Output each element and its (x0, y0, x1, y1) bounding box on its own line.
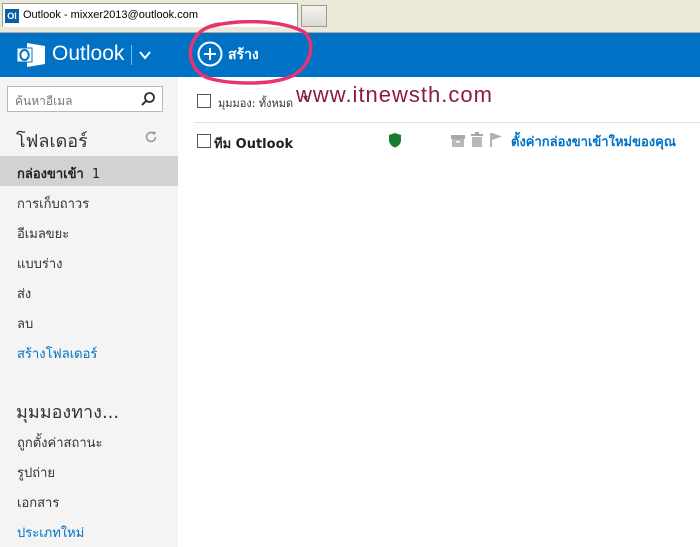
folder-item-inbox[interactable]: กล่องขาเข้า 1 (0, 156, 178, 186)
folder-label: กล่องขาเข้า (17, 167, 84, 182)
header-divider (131, 45, 132, 65)
folder-label: อีเมลขยะ (17, 227, 70, 242)
views-heading[interactable]: มุมมองทาง... (16, 397, 119, 426)
folder-label: ส่ง (17, 287, 32, 302)
browser-tab[interactable]: Ol Outlook - mixxer2013@outlook.com (2, 3, 298, 27)
chevron-down-icon[interactable] (138, 48, 152, 62)
folder-item-deleted[interactable]: ลบ (0, 306, 178, 336)
new-message-label: สร้าง (228, 47, 259, 63)
message-checkbox[interactable] (197, 134, 211, 148)
folder-item-archive[interactable]: การเก็บถาวร (0, 186, 178, 216)
list-divider (194, 122, 700, 123)
view-label: ถูกตั้งค่าสถานะ (17, 436, 103, 451)
folder-label: แบบร่าง (17, 257, 63, 272)
outlook-favicon-icon: Ol (5, 9, 19, 23)
new-tab-button[interactable] (301, 5, 327, 27)
view-label: รูปถ่าย (17, 466, 56, 481)
folder-label: การเก็บถาวร (17, 197, 90, 212)
view-item-documents[interactable]: เอกสาร (0, 485, 178, 515)
select-all-checkbox[interactable] (197, 94, 211, 108)
browser-tab-title: Outlook - mixxer2013@outlook.com (23, 9, 199, 21)
folder-label: ลบ (17, 317, 34, 332)
delete-icon[interactable] (471, 132, 483, 147)
flag-icon[interactable] (490, 133, 502, 147)
app-header: Outlook สร้าง (0, 33, 700, 77)
folder-item-junk[interactable]: อีเมลขยะ (0, 216, 178, 246)
message-subject[interactable]: ตั้งค่ากล่องขาเข้าใหม่ของคุณ (511, 131, 676, 152)
message-actions (451, 132, 502, 147)
watermark-text: www.itnewsth.com (296, 82, 493, 107)
folders-heading[interactable]: โฟลเดอร์ (16, 126, 88, 155)
new-category-label: ประเภทใหม่ (17, 526, 85, 541)
new-folder-label: สร้างโฟลเดอร์ (17, 347, 98, 362)
app-name[interactable]: Outlook (52, 42, 124, 66)
search-box[interactable]: ค้นหาอีเมล (7, 86, 163, 112)
new-folder-link[interactable]: สร้างโฟลเดอร์ (0, 336, 178, 366)
refresh-icon[interactable] (144, 130, 158, 144)
search-icon[interactable] (140, 91, 156, 107)
shield-icon (389, 133, 401, 148)
unread-count: 1 (91, 167, 101, 182)
view-filter[interactable]: มุมมอง: ทั้งหมด (218, 94, 293, 112)
archive-icon[interactable] (451, 135, 465, 147)
outlook-logo-icon[interactable] (16, 42, 46, 68)
view-label: เอกสาร (17, 496, 60, 511)
new-category-link[interactable]: ประเภทใหม่ (0, 515, 178, 545)
view-item-photos[interactable]: รูปถ่าย (0, 455, 178, 485)
message-sender[interactable]: ทีม Outlook (214, 133, 293, 154)
folder-item-drafts[interactable]: แบบร่าง (0, 246, 178, 276)
sidebar: ค้นหาอีเมล โฟลเดอร์ กล่องขาเข้า 1 การเก็บ… (0, 77, 178, 547)
folder-item-sent[interactable]: ส่ง (0, 276, 178, 306)
search-input[interactable]: ค้นหาอีเมล (15, 92, 72, 111)
browser-tab-strip: Ol Outlook - mixxer2013@outlook.com (0, 0, 700, 33)
view-item-flagged[interactable]: ถูกตั้งค่าสถานะ (0, 425, 178, 455)
plus-circle-icon (197, 41, 223, 67)
